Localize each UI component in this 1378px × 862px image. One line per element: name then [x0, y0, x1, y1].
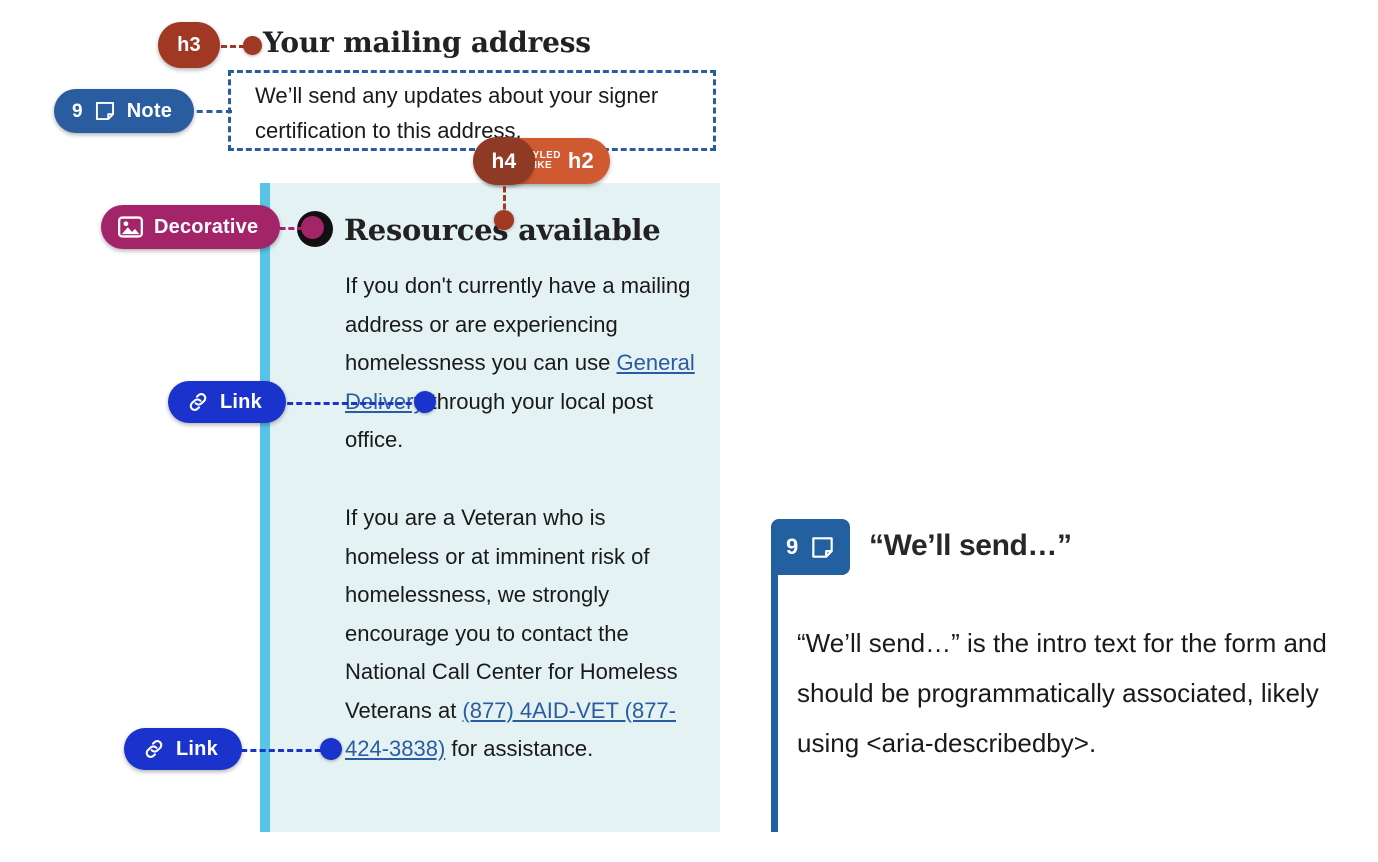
annotation-badge-h4[interactable]: h4 — [473, 137, 535, 185]
note-card-tab[interactable]: 9 — [771, 519, 851, 575]
connector-dot-h4 — [494, 210, 514, 230]
connector-dot-h3 — [243, 36, 262, 55]
note-highlight-box — [228, 70, 716, 151]
annotation-badge-decorative[interactable]: Decorative — [101, 205, 281, 249]
note-card-body: “We’ll send…” is the intro text for the … — [797, 628, 1327, 758]
image-icon — [118, 216, 143, 238]
note-icon — [810, 535, 835, 560]
annotation-badge-h3[interactable]: h3 — [158, 22, 220, 68]
paragraph-2-text-after: for assistance. — [445, 736, 594, 761]
note-icon — [94, 100, 116, 122]
connector-dot-decorative — [301, 216, 324, 239]
annotation-badge-note-label: Note — [126, 100, 173, 122]
annotation-badge-styled-like-label: h2 — [567, 148, 594, 173]
panel-accent-stripe — [260, 183, 270, 832]
annotation-badge-h4-label: h4 — [491, 149, 517, 173]
annotation-badge-link-phone[interactable]: Link — [124, 728, 242, 770]
connector-dot-link-1 — [414, 391, 436, 413]
link-icon — [186, 390, 210, 414]
annotation-badge-link-general-delivery[interactable]: Link — [168, 381, 286, 423]
annotation-badge-link-2-label: Link — [176, 738, 218, 760]
note-card-number: 9 — [786, 534, 799, 559]
annotation-badge-note-number: 9 — [72, 100, 83, 122]
paragraph-2-text-before: If you are a Veteran who is homeless or … — [345, 505, 678, 723]
annotation-badge-note[interactable]: 9 Note — [54, 89, 195, 133]
page-title-mailing-address: Your mailing address — [263, 26, 591, 59]
connector-dot-link-2 — [320, 738, 342, 760]
note-card-title: “We’ll send…” — [869, 529, 1072, 562]
paragraph-homeless-veterans: If you are a Veteran who is homeless or … — [345, 499, 697, 769]
annotation-badge-h3-label: h3 — [177, 34, 201, 56]
annotation-badge-decorative-label: Decorative — [154, 216, 259, 238]
connector-link-1 — [278, 402, 430, 405]
note-card-rail — [771, 575, 778, 832]
paragraph-general-delivery: If you don't currently have a mailing ad… — [345, 267, 697, 460]
annotation-badge-link-1-label: Link — [220, 391, 262, 413]
connector-link-2 — [232, 749, 330, 752]
link-icon — [142, 737, 166, 761]
